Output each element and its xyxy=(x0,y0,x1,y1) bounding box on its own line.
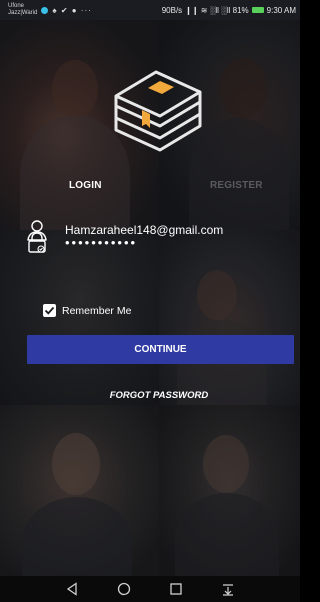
carrier-primary: Ufone xyxy=(8,3,25,9)
books-logo-icon xyxy=(108,66,208,156)
lock-icon xyxy=(20,226,54,258)
clock: 9:30 AM xyxy=(266,5,296,15)
carrier-secondary: Jazz|Warid xyxy=(8,10,38,16)
signal-indicators: ❙❙ ≋ ░ll ░ll 81% xyxy=(185,5,249,15)
remember-me-checkbox[interactable]: Remember Me xyxy=(43,304,131,317)
status-left: Ufone Jazz|Warid ♠ ✔ ● ··· xyxy=(8,3,92,17)
pull-down-icon[interactable] xyxy=(218,579,238,599)
home-circle-icon[interactable] xyxy=(114,579,134,599)
battery-icon xyxy=(251,7,264,13)
remember-me-label: Remember Me xyxy=(62,304,132,317)
notification-dot-icon xyxy=(41,6,49,14)
password-field[interactable]: ••••••••••• xyxy=(20,226,294,258)
notification-icons: ♠ ✔ ● ··· xyxy=(52,5,92,15)
password-input[interactable]: ••••••••••• xyxy=(54,235,137,250)
tab-login[interactable]: LOGIN xyxy=(69,180,102,191)
status-bar: Ufone Jazz|Warid ♠ ✔ ● ··· 90B/s ❙❙ ≋ ░l… xyxy=(0,0,300,20)
forgot-password-link[interactable]: FORGOT PASSWORD xyxy=(0,390,318,401)
tab-register[interactable]: REGISTER xyxy=(210,180,263,191)
status-right: 90B/s ❙❙ ≋ ░ll ░ll 81% 9:30 AM xyxy=(162,6,296,15)
carrier-names: Ufone Jazz|Warid xyxy=(8,3,37,17)
checkmark-icon[interactable] xyxy=(43,304,56,317)
continue-button[interactable]: CONTINUE xyxy=(27,335,294,364)
network-speed: 90B/s xyxy=(161,5,183,15)
recents-square-icon[interactable] xyxy=(166,579,186,599)
system-navigation-bar xyxy=(0,576,300,602)
back-triangle-icon[interactable] xyxy=(62,579,82,599)
